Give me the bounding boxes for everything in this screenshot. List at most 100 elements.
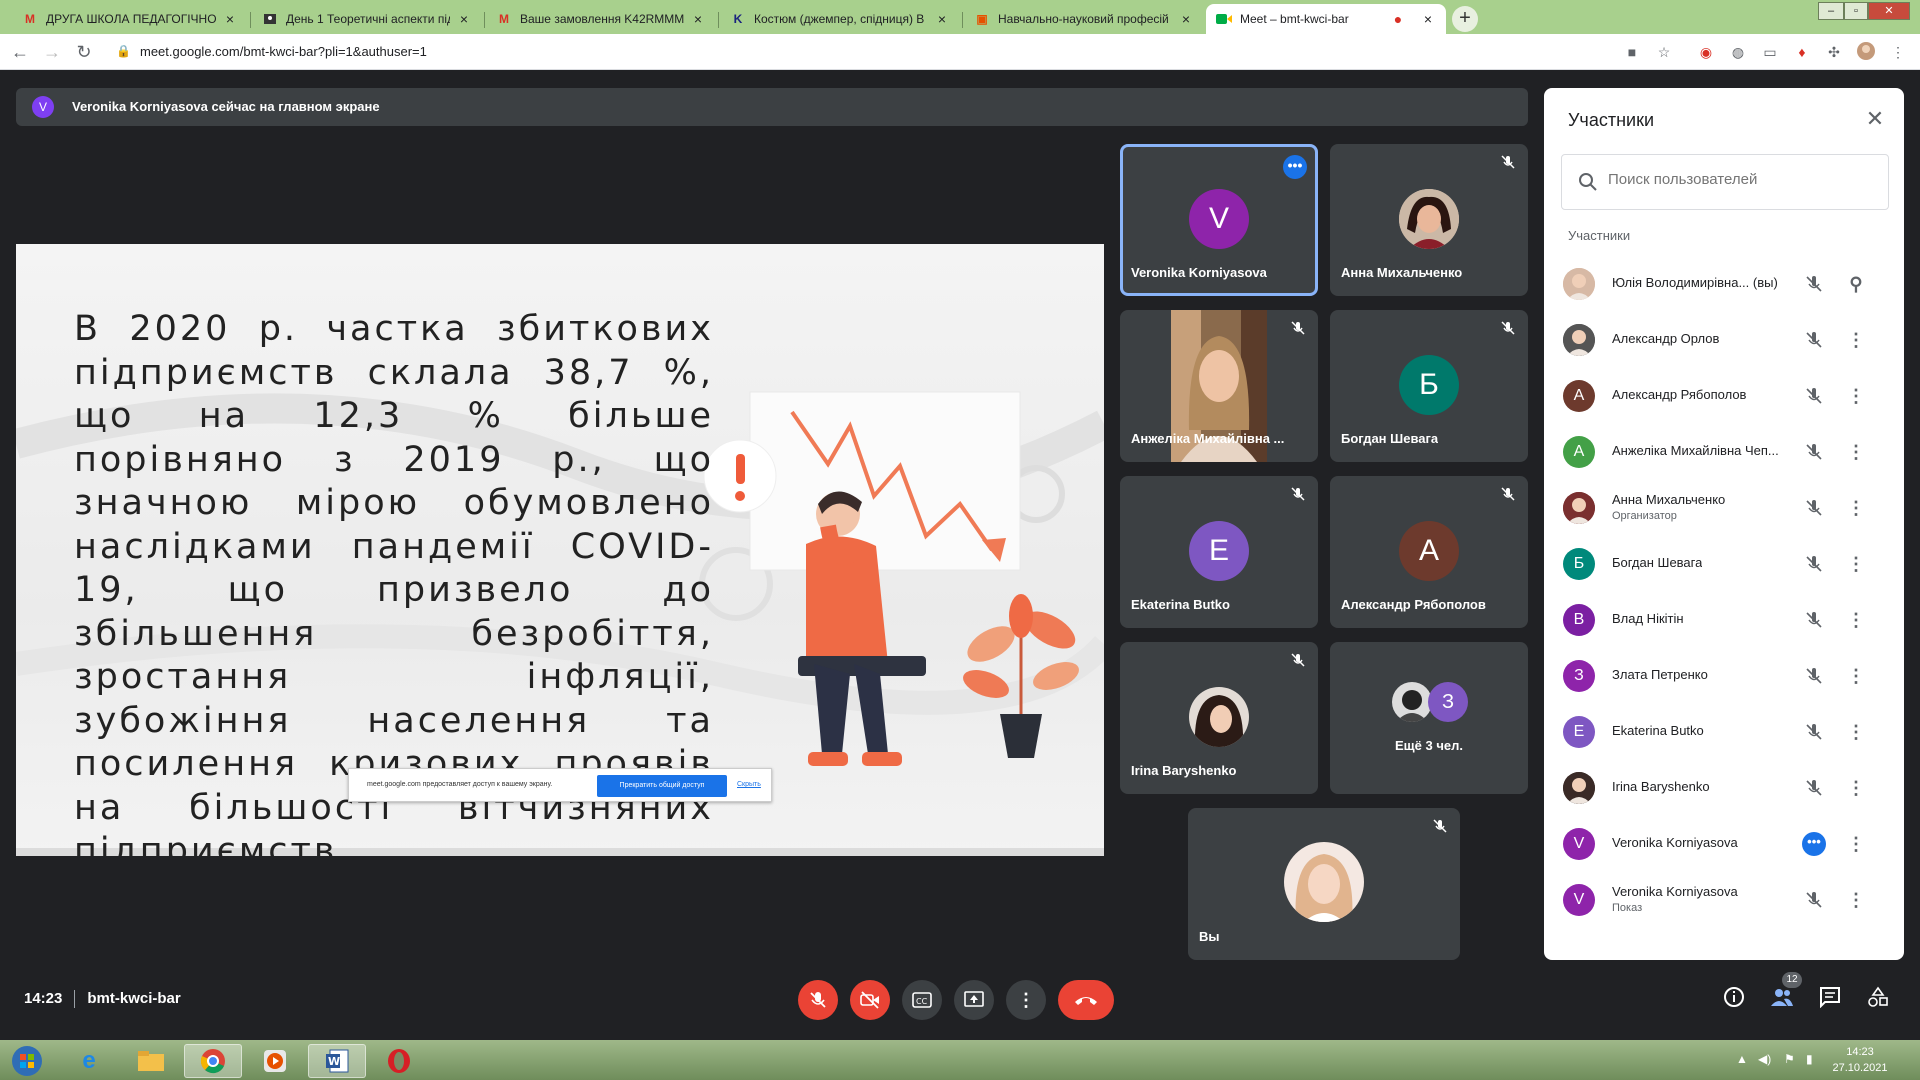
close-icon[interactable]: ✕ <box>1860 104 1890 134</box>
puzzle-extensions-icon[interactable]: ✣ <box>1824 42 1844 62</box>
show-hidden-icons-icon[interactable]: ▲ <box>1736 1052 1748 1066</box>
forward-arrow-icon[interactable]: → <box>40 40 64 64</box>
participant-row[interactable]: V Veronika Korniyasova Показ ⋮ <box>1544 872 1904 928</box>
minimize-window-button[interactable]: – <box>1818 2 1844 20</box>
browser-tab[interactable]: ▣ Навчально-науковий професій × <box>964 4 1204 34</box>
participant-name: Александр Рябополов <box>1612 387 1747 402</box>
chat-icon[interactable] <box>1816 986 1844 1014</box>
more-options-icon[interactable]: ••• <box>1283 155 1307 179</box>
browser-tab-active[interactable]: Meet – bmt-kwci-bar ● × <box>1206 4 1446 34</box>
participant-row[interactable]: Анна Михальченко Организатор ⋮ <box>1544 480 1904 536</box>
internet-explorer-icon[interactable]: e <box>60 1044 118 1078</box>
notification-extension-icon[interactable]: ♦ <box>1792 42 1812 62</box>
search-field[interactable] <box>1561 154 1889 210</box>
more-vert-icon[interactable]: ⋮ <box>1844 384 1868 408</box>
glasses-extension-icon[interactable]: ▭ <box>1760 42 1780 62</box>
more-vert-icon[interactable]: ⋮ <box>1844 776 1868 800</box>
leave-call-button[interactable] <box>1058 980 1114 1020</box>
reload-icon[interactable]: ↻ <box>72 40 96 64</box>
meeting-code: bmt-kwci-bar <box>87 990 181 1007</box>
browser-tab[interactable]: M ДРУГА ШКОЛА ПЕДАГОГІЧНОЇ М × <box>12 4 248 34</box>
more-vert-icon[interactable]: ⋮ <box>1844 832 1868 856</box>
address-bar[interactable]: 🔒 meet.google.com/bmt-kwci-bar?pli=1&aut… <box>110 38 1690 66</box>
participant-row[interactable]: В Влад Нікітін ⋮ <box>1544 592 1904 648</box>
participant-tile[interactable]: Анжеліка Михайлівна ... <box>1120 310 1318 462</box>
participant-name: Злата Петренко <box>1612 667 1708 682</box>
participant-tile[interactable]: Анна Михальченко <box>1330 144 1528 296</box>
self-view-tile[interactable]: Вы <box>1188 808 1460 960</box>
volume-icon[interactable]: ◀) <box>1758 1052 1771 1066</box>
more-options-button[interactable]: ⋮ <box>1006 980 1046 1020</box>
meeting-details-icon[interactable] <box>1720 986 1748 1014</box>
avatar: А <box>1563 436 1595 468</box>
browser-tab[interactable]: День 1 Теоретичні аспекти під × <box>252 4 482 34</box>
windows-taskbar: e W ▲ ◀) ⚑ ▮ 14:23 27.10.2021 <box>0 1040 1920 1080</box>
participant-row[interactable]: Irina Baryshenko ⋮ <box>1544 760 1904 816</box>
more-vert-icon[interactable]: ⋮ <box>1844 440 1868 464</box>
new-tab-button[interactable]: + <box>1452 6 1478 32</box>
participant-row[interactable]: А Анжеліка Михайлівна Чеп... ⋮ <box>1544 424 1904 480</box>
more-participants-tile[interactable]: З Ещё 3 чел. <box>1330 642 1528 794</box>
participant-tile[interactable]: А Александр Рябополов <box>1330 476 1528 628</box>
mic-off-icon <box>1291 487 1305 501</box>
browser-tab[interactable]: M Ваше замовлення K42RMMM × <box>486 4 716 34</box>
maximize-window-button[interactable]: ▫ <box>1844 2 1868 20</box>
stop-sharing-button[interactable]: Прекратить общий доступ <box>597 775 727 797</box>
more-vert-icon[interactable]: ⋮ <box>1844 720 1868 744</box>
menu-kebab-icon[interactable]: ⋮ <box>1888 42 1908 62</box>
action-center-flag-icon[interactable]: ⚑ <box>1784 1052 1795 1066</box>
more-vert-icon[interactable]: ⋮ <box>1844 328 1868 352</box>
close-tab-icon[interactable]: × <box>1420 11 1436 27</box>
panel-title: Участники <box>1568 110 1654 130</box>
more-vert-icon[interactable]: ⋮ <box>1844 888 1868 912</box>
media-player-icon[interactable] <box>246 1044 304 1078</box>
system-clock[interactable]: 14:23 27.10.2021 <box>1830 1044 1890 1076</box>
camera-icon[interactable]: ■ <box>1622 42 1642 62</box>
captions-button[interactable]: CC <box>902 980 942 1020</box>
close-tab-icon[interactable]: × <box>1178 11 1194 27</box>
recording-dot-icon: ● <box>1393 11 1403 27</box>
more-vert-icon[interactable]: ⋮ <box>1844 496 1868 520</box>
participant-row[interactable]: З Злата Петренко ⋮ <box>1544 648 1904 704</box>
start-button[interactable] <box>2 1044 52 1078</box>
more-vert-icon[interactable]: ⋮ <box>1844 552 1868 576</box>
close-tab-icon[interactable]: × <box>222 11 238 27</box>
participant-role: Организатор <box>1612 510 1677 522</box>
toggle-mic-button[interactable] <box>798 980 838 1020</box>
chrome-taskbar-icon[interactable] <box>184 1044 242 1078</box>
participant-tile[interactable]: V ••• Veronika Korniyasova <box>1120 144 1318 296</box>
extension-icon[interactable]: ◍ <box>1728 42 1748 62</box>
hide-link[interactable]: Скрыть <box>737 781 761 788</box>
participant-row[interactable]: V Veronika Korniyasova ••• ⋮ <box>1544 816 1904 872</box>
close-tab-icon[interactable]: × <box>934 11 950 27</box>
opera-taskbar-icon[interactable] <box>370 1044 428 1078</box>
browser-tab[interactable]: K Костюм (джемпер, спідниця) В × <box>720 4 960 34</box>
word-taskbar-icon[interactable]: W <box>308 1044 366 1078</box>
more-vert-icon[interactable]: ⋮ <box>1844 608 1868 632</box>
network-signal-icon[interactable]: ▮ <box>1806 1052 1813 1066</box>
toggle-camera-button[interactable] <box>850 980 890 1020</box>
file-explorer-icon[interactable] <box>122 1044 180 1078</box>
close-tab-icon[interactable]: × <box>690 11 706 27</box>
more-vert-icon[interactable]: ⋮ <box>1844 664 1868 688</box>
participant-row[interactable]: Александр Орлов ⋮ <box>1544 312 1904 368</box>
bookmark-star-icon[interactable]: ☆ <box>1654 42 1674 62</box>
pin-icon[interactable]: ⚲ <box>1844 272 1868 296</box>
mic-off-icon <box>810 992 826 1008</box>
people-icon[interactable] <box>1768 986 1796 1014</box>
present-now-button[interactable] <box>954 980 994 1020</box>
activities-icon[interactable] <box>1864 986 1892 1014</box>
search-input[interactable] <box>1608 171 1868 188</box>
close-tab-icon[interactable]: × <box>456 11 472 27</box>
participant-row[interactable]: Б Богдан Шевага ⋮ <box>1544 536 1904 592</box>
opera-extension-icon[interactable]: ◉ <box>1696 42 1716 62</box>
participant-row[interactable]: E Ekaterina Butko ⋮ <box>1544 704 1904 760</box>
participant-row[interactable]: А Александр Рябополов ⋮ <box>1544 368 1904 424</box>
participant-tile[interactable]: Irina Baryshenko <box>1120 642 1318 794</box>
close-window-button[interactable]: ✕ <box>1868 2 1910 20</box>
participant-tile[interactable]: E Ekaterina Butko <box>1120 476 1318 628</box>
participant-row[interactable]: Юлія Володимирівна... (вы) ⚲ <box>1544 256 1904 312</box>
profile-avatar-icon[interactable] <box>1856 42 1876 62</box>
back-arrow-icon[interactable]: ← <box>8 40 32 64</box>
participant-tile[interactable]: Б Богдан Шевага <box>1330 310 1528 462</box>
